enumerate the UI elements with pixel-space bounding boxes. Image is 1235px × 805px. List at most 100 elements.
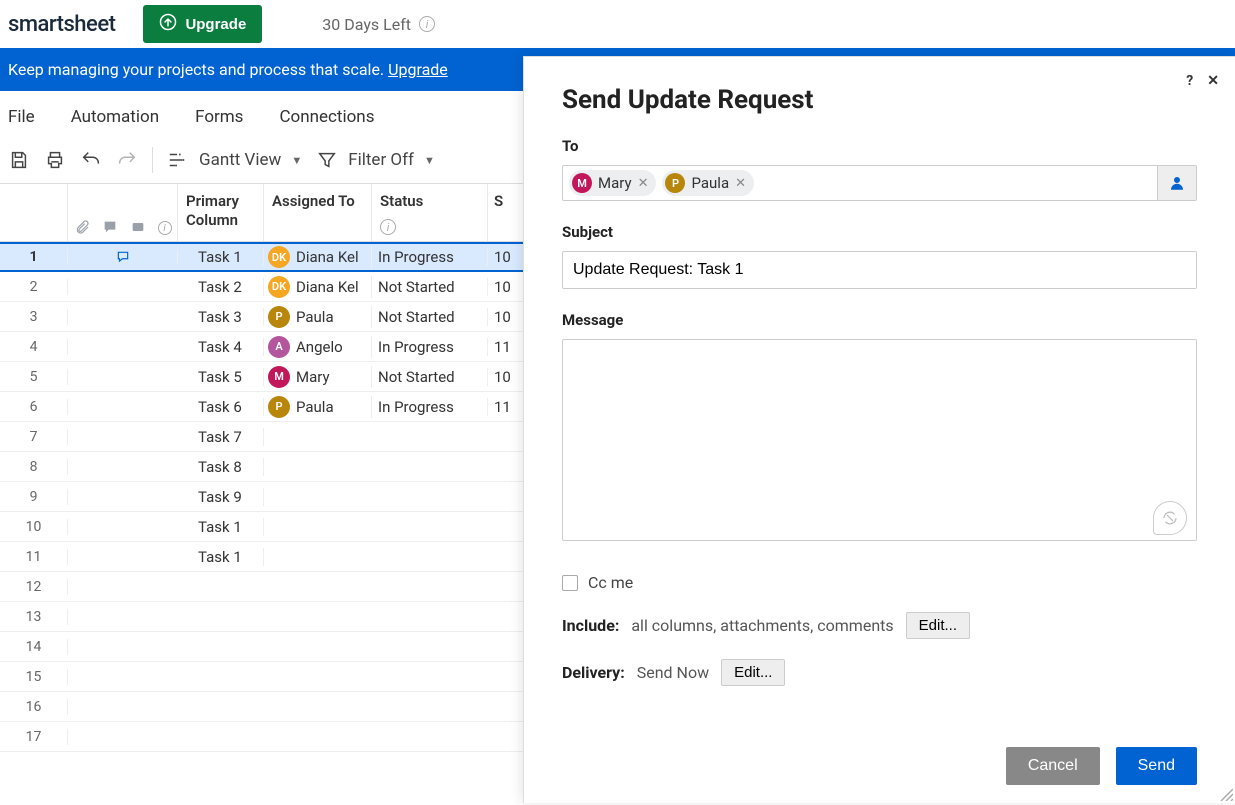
row-number[interactable]: 8 xyxy=(0,459,68,475)
row-number[interactable]: 13 xyxy=(0,609,68,625)
include-value: all columns, attachments, comments xyxy=(631,616,893,635)
caret-down-icon: ▼ xyxy=(424,154,435,167)
cell-primary[interactable]: Task 3 xyxy=(178,308,264,326)
cell-primary[interactable]: Task 1 xyxy=(178,548,264,566)
upgrade-button[interactable]: Upgrade xyxy=(143,5,262,43)
row-number[interactable]: 12 xyxy=(0,579,68,595)
cell-start[interactable]: 10 xyxy=(488,278,518,296)
recipient-chip[interactable]: MMary✕ xyxy=(569,170,656,196)
undo-icon[interactable] xyxy=(80,149,102,171)
message-textarea[interactable] xyxy=(562,339,1197,541)
include-edit-button[interactable]: Edit... xyxy=(906,612,970,639)
view-label: Gantt View xyxy=(199,150,281,170)
comment-icon[interactable] xyxy=(115,250,131,264)
close-icon[interactable]: ✕ xyxy=(1207,73,1219,89)
row-number[interactable]: 1 xyxy=(0,249,68,265)
col-header-rowactions: i xyxy=(68,184,178,241)
cell-primary[interactable]: Task 2 xyxy=(178,278,264,296)
recipient-chip[interactable]: PPaula✕ xyxy=(662,170,754,196)
avatar: P xyxy=(268,396,290,418)
menu-file[interactable]: File xyxy=(8,107,35,127)
subject-input[interactable] xyxy=(562,251,1197,289)
view-switcher[interactable]: Gantt View ▼ xyxy=(167,149,302,171)
filter-toggle[interactable]: Filter Off ▼ xyxy=(316,149,435,171)
cell-assigned[interactable]: M Mary xyxy=(264,366,372,388)
row-number[interactable]: 2 xyxy=(0,279,68,295)
send-button[interactable]: Send xyxy=(1116,747,1197,785)
panel-footer: Cancel Send xyxy=(562,739,1197,785)
cell-status[interactable]: In Progress xyxy=(372,248,488,266)
row-number[interactable]: 11 xyxy=(0,549,68,565)
cell-start[interactable]: 11 xyxy=(488,338,518,356)
cell-assigned[interactable]: AAngelo xyxy=(264,336,372,358)
row-number[interactable]: 9 xyxy=(0,489,68,505)
remove-recipient-icon[interactable]: ✕ xyxy=(638,176,649,191)
row-number[interactable]: 14 xyxy=(0,639,68,655)
delivery-edit-button[interactable]: Edit... xyxy=(721,659,785,686)
assignee-name: Mary xyxy=(296,368,330,386)
menu-automation[interactable]: Automation xyxy=(71,107,159,127)
row-number[interactable]: 5 xyxy=(0,369,68,385)
cell-start[interactable]: 10 xyxy=(488,368,518,386)
avatar: M xyxy=(268,366,290,388)
subject-label: Subject xyxy=(562,223,1197,241)
cancel-button[interactable]: Cancel xyxy=(1006,747,1100,785)
assignee-name: Paula xyxy=(296,398,334,416)
toolbar-divider xyxy=(152,147,153,173)
col-header-status[interactable]: Status i xyxy=(372,184,488,241)
cell-status[interactable]: Not Started xyxy=(372,368,488,386)
recipient-name: Mary xyxy=(598,174,632,192)
cell-start[interactable]: 11 xyxy=(488,398,518,416)
redo-icon[interactable] xyxy=(116,149,138,171)
cell-status[interactable]: Not Started xyxy=(372,308,488,326)
contact-picker-button[interactable] xyxy=(1157,165,1197,201)
menu-connections[interactable]: Connections xyxy=(279,107,374,127)
cell-primary[interactable]: Task 8 xyxy=(178,458,264,476)
cell-start[interactable]: 10 xyxy=(488,308,518,326)
delivery-value: Send Now xyxy=(637,663,709,682)
recipients-input[interactable]: MMary✕PPaula✕ xyxy=(562,165,1157,201)
cell-assigned[interactable]: P Paula xyxy=(264,396,372,418)
cc-me-checkbox[interactable] xyxy=(562,575,578,591)
row-number[interactable]: 7 xyxy=(0,429,68,445)
banner-upgrade-link[interactable]: Upgrade xyxy=(388,60,448,79)
save-icon[interactable] xyxy=(8,149,30,171)
include-label: Include: xyxy=(562,616,619,635)
row-number[interactable]: 3 xyxy=(0,309,68,325)
print-icon[interactable] xyxy=(44,149,66,171)
cell-primary[interactable]: Task 4 xyxy=(178,338,264,356)
row-number[interactable]: 10 xyxy=(0,519,68,535)
col-header-primary[interactable]: Primary Column xyxy=(178,184,264,241)
trial-days-left: 30 Days Left i xyxy=(322,15,435,34)
cell-start[interactable]: 10 xyxy=(488,248,518,266)
info-icon[interactable]: i xyxy=(419,16,435,32)
update-request-panel: ? ✕ Send Update Request To MMary✕PPaula✕… xyxy=(523,56,1235,803)
cell-status[interactable]: Not Started xyxy=(372,278,488,296)
cell-primary[interactable]: Task 6 xyxy=(178,398,264,416)
resize-grip-icon[interactable] xyxy=(1217,785,1233,801)
cell-primary[interactable]: Task 1 xyxy=(178,248,264,266)
cell-status[interactable]: In Progress xyxy=(372,338,488,356)
cell-primary[interactable]: Task 5 xyxy=(178,368,264,386)
cell-primary[interactable]: Task 1 xyxy=(178,518,264,536)
remove-recipient-icon[interactable]: ✕ xyxy=(735,176,746,191)
cell-primary[interactable]: Task 9 xyxy=(178,488,264,506)
help-icon[interactable]: ? xyxy=(1186,73,1193,89)
row-number[interactable]: 4 xyxy=(0,339,68,355)
cell-assigned[interactable]: DKDiana Kel xyxy=(264,276,372,298)
cell-status[interactable]: In Progress xyxy=(372,398,488,416)
cell-assigned[interactable]: DKDiana Kel xyxy=(264,246,372,268)
days-left-text: 30 Days Left xyxy=(322,15,411,34)
row-number[interactable]: 17 xyxy=(0,729,68,745)
col-header-assigned[interactable]: Assigned To xyxy=(264,184,372,241)
cell-assigned[interactable]: PPaula xyxy=(264,306,372,328)
row-number[interactable]: 15 xyxy=(0,669,68,685)
recipients-row: MMary✕PPaula✕ xyxy=(562,165,1197,201)
menu-forms[interactable]: Forms xyxy=(195,107,243,127)
row-number[interactable]: 16 xyxy=(0,699,68,715)
row-number[interactable]: 6 xyxy=(0,399,68,415)
info-icon: i xyxy=(380,219,396,235)
col-header-start[interactable]: S xyxy=(488,184,518,241)
grammar-icon[interactable] xyxy=(1153,501,1187,535)
cell-primary[interactable]: Task 7 xyxy=(178,428,264,446)
